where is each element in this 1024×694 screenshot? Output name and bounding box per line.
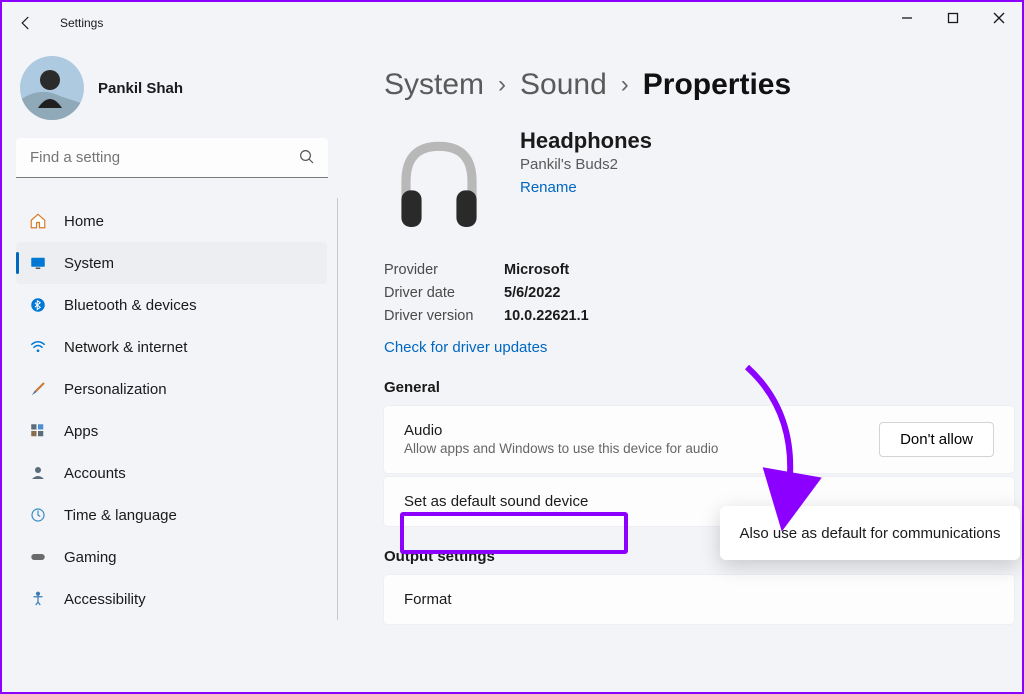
provider-value: Microsoft [504,259,569,282]
nav-list: Home System Bluetooth & devices Network … [16,198,338,620]
sidebar: Pankil Shah Home System Bluetooth & devi… [2,44,342,692]
breadcrumb-sound[interactable]: Sound [520,68,607,102]
nav-item-accounts[interactable]: Accounts [16,452,327,494]
nav-item-system[interactable]: System [16,242,327,284]
general-section-title: General [384,379,1022,396]
dont-allow-button[interactable]: Don't allow [879,422,994,457]
driver-date-value: 5/6/2022 [504,282,560,305]
chevron-right-icon: › [498,71,506,99]
nav-item-personalization[interactable]: Personalization [16,368,327,410]
profile-block[interactable]: Pankil Shah [20,56,328,120]
check-updates-link[interactable]: Check for driver updates [384,339,547,356]
back-button[interactable] [10,7,42,39]
gamepad-icon [28,547,48,567]
nav-label: Home [64,213,104,230]
device-header: Headphones Pankil's Buds2 Rename [384,128,1022,243]
nav-item-bluetooth[interactable]: Bluetooth & devices [16,284,327,326]
window-title: Settings [60,16,103,30]
minimize-button[interactable] [884,2,930,34]
breadcrumb-properties: Properties [643,68,791,102]
audio-card: Audio Allow apps and Windows to use this… [384,406,1014,473]
person-icon [28,463,48,483]
device-info: Headphones Pankil's Buds2 Rename [520,128,652,197]
avatar [20,56,84,120]
nav-label: Network & internet [64,339,187,356]
audio-card-subtitle: Allow apps and Windows to use this devic… [404,441,718,456]
nav-label: Gaming [64,549,117,566]
nav-label: Apps [64,423,98,440]
nav-label: Time & language [64,507,177,524]
system-icon [28,253,48,273]
maximize-button[interactable] [930,2,976,34]
search-input[interactable] [16,138,328,178]
driver-version-label: Driver version [384,305,504,328]
driver-date-label: Driver date [384,282,504,305]
nav-item-apps[interactable]: Apps [16,410,327,452]
brush-icon [28,379,48,399]
close-button[interactable] [976,2,1022,34]
headphones-icon [384,128,494,243]
breadcrumb-system[interactable]: System [384,68,484,102]
provider-label: Provider [384,259,504,282]
home-icon [28,211,48,231]
popup-label: Also use as default for communications [740,525,1001,542]
driver-version-value: 10.0.22621.1 [504,305,589,328]
device-name: Headphones [520,128,652,154]
annotation-highlight-box [400,512,628,554]
device-subtitle: Pankil's Buds2 [520,156,652,173]
nav-item-accessibility[interactable]: Accessibility [16,578,327,620]
clock-globe-icon [28,505,48,525]
profile-name: Pankil Shah [98,80,183,97]
driver-specs: ProviderMicrosoft Driver date5/6/2022 Dr… [384,259,1022,329]
search-box[interactable] [16,138,328,178]
accessibility-icon [28,589,48,609]
bluetooth-icon [28,295,48,315]
nav-item-time[interactable]: Time & language [16,494,327,536]
nav-item-network[interactable]: Network & internet [16,326,327,368]
format-card-title: Format [404,591,452,608]
nav-item-home[interactable]: Home [16,200,327,242]
search-icon [298,148,316,171]
titlebar: Settings [2,2,1022,44]
apps-icon [28,421,48,441]
nav-label: Bluetooth & devices [64,297,197,314]
nav-label: System [64,255,114,272]
breadcrumb: System › Sound › Properties [384,68,1022,102]
main-content: System › Sound › Properties Headphones P… [342,44,1022,692]
default-device-label: Set as default sound device [404,493,588,510]
nav-label: Accessibility [64,591,146,608]
audio-card-title: Audio [404,422,718,439]
nav-label: Personalization [64,381,167,398]
chevron-right-icon: › [621,71,629,99]
default-communications-option[interactable]: Also use as default for communications [720,506,1020,560]
window-controls [884,2,1022,34]
nav-label: Accounts [64,465,126,482]
wifi-icon [28,337,48,357]
format-card[interactable]: Format [384,575,1014,624]
rename-link[interactable]: Rename [520,179,577,196]
nav-item-gaming[interactable]: Gaming [16,536,327,578]
